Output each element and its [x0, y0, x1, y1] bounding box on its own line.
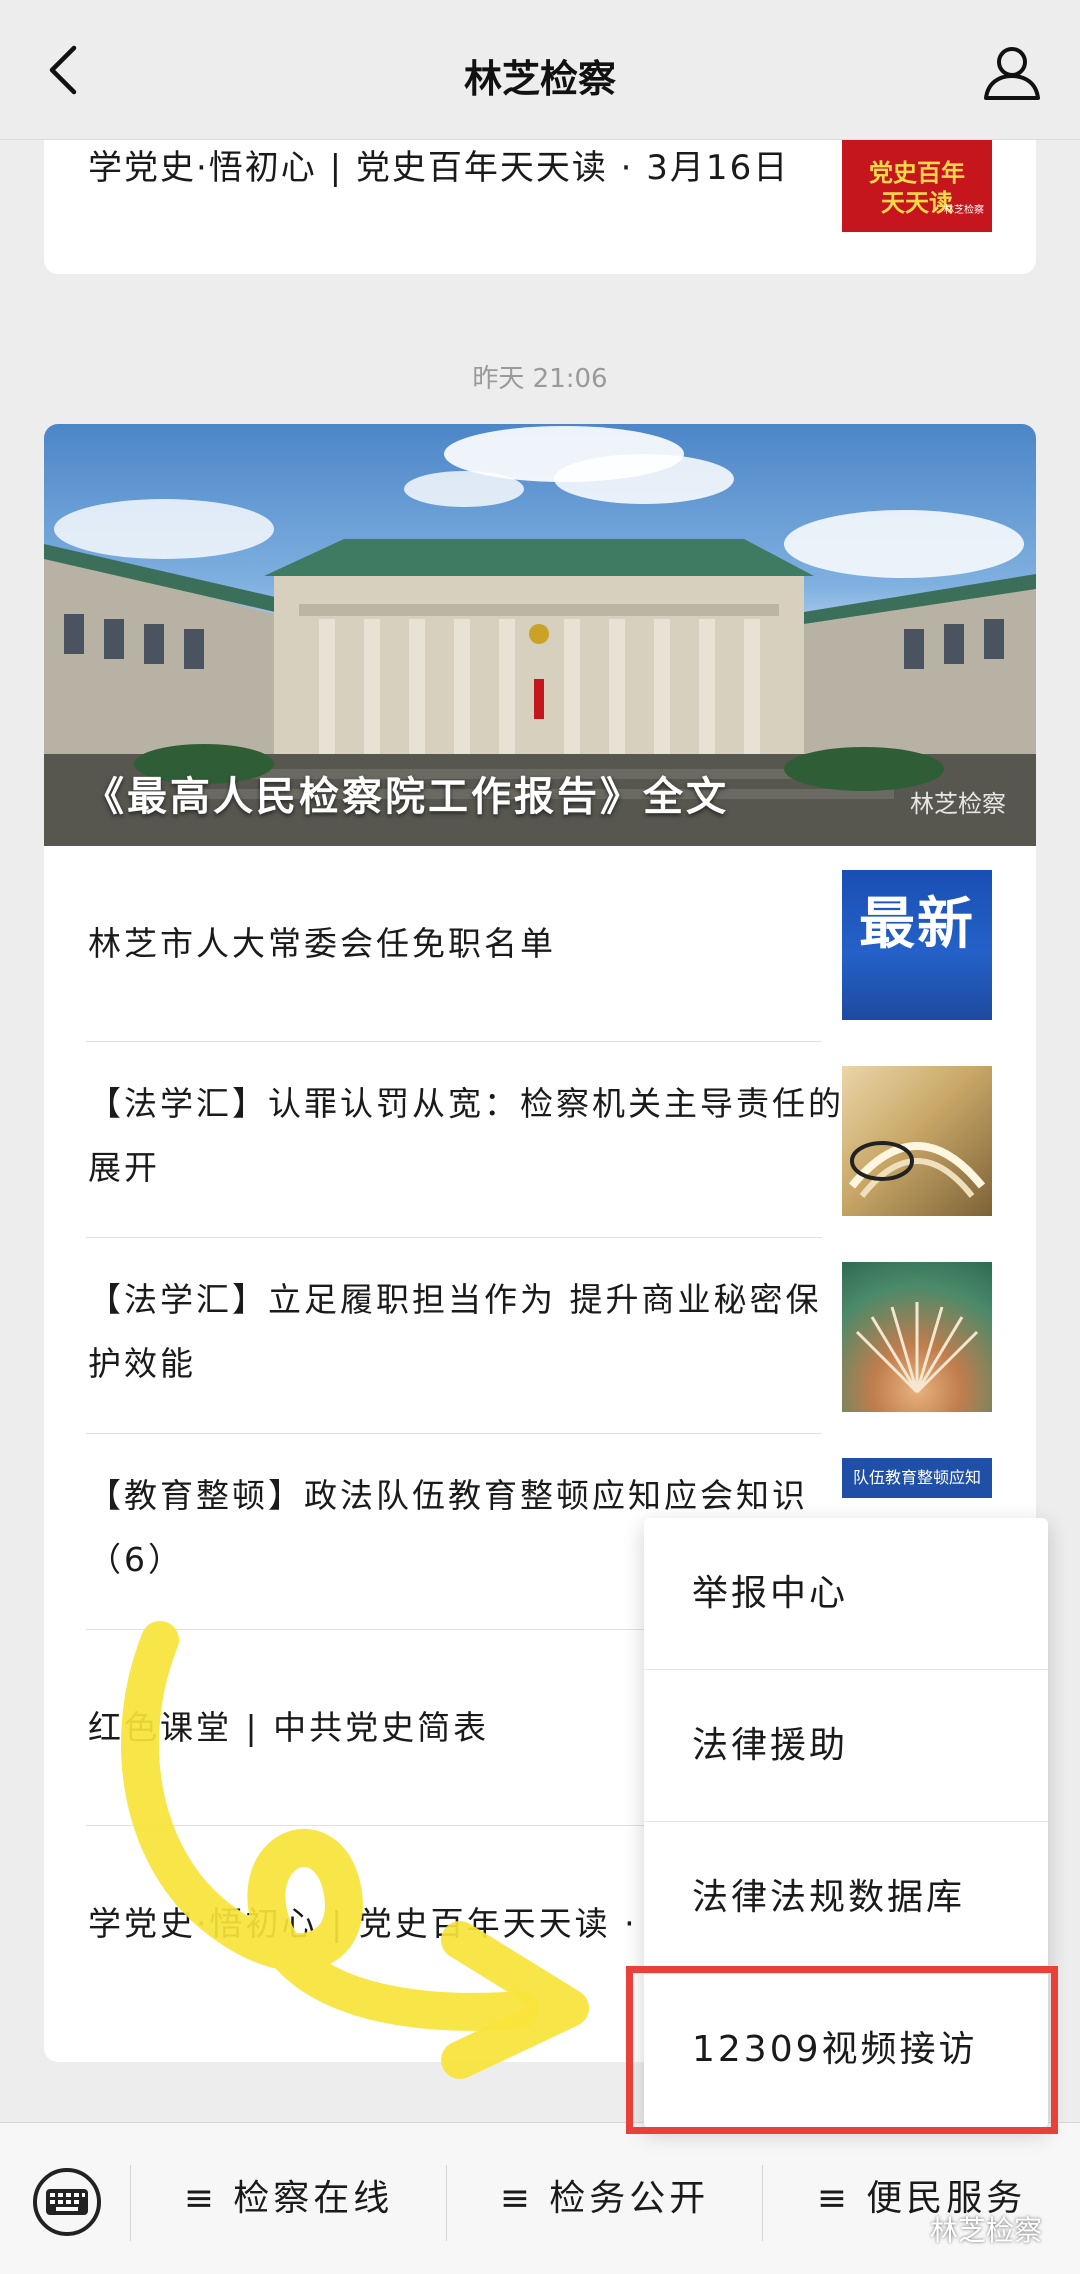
thumbnail-label: 林芝检察 [944, 205, 984, 216]
book-icon [842, 1066, 992, 1216]
hero-caption: 《最高人民检察院工作报告》全文 [84, 774, 729, 820]
tab-procuratorate-online[interactable]: ≡ 检察在线 [131, 2123, 446, 2274]
article-title: 学党史·悟初心 | 党史百年天天读 · 3月16日 [88, 148, 790, 188]
top-nav-bar: 林芝检察 [0, 0, 1080, 140]
popup-menu: 举报中心 法律援助 法律法规数据库 12309视频接访 [644, 1518, 1048, 2128]
message-timestamp: 昨天 21:06 [472, 364, 608, 394]
bottom-menu-bar: ≡ 检察在线 ≡ 检务公开 ≡ 便民服务 林芝检察 [0, 2122, 1080, 2274]
menu-item-law-database[interactable]: 法律法规数据库 [644, 1822, 1048, 1974]
thumbnail-text: 队伍教育整顿应知 [852, 1468, 981, 1487]
list-item[interactable]: 【法学汇】立足履职担当作为 提升商业秘密保护效能 [44, 1238, 1036, 1434]
article-thumbnail: 党史百年 天天读 林芝检察 [842, 140, 992, 232]
tab-public-service[interactable]: ≡ 便民服务 [763, 2123, 1080, 2274]
watermark: 林芝检察 [929, 2214, 1042, 2247]
keyboard-icon[interactable] [32, 2167, 102, 2237]
profile-icon[interactable] [980, 40, 1044, 104]
article-thumbnail: 最新 [842, 870, 992, 1020]
menu-item-legal-aid[interactable]: 法律援助 [644, 1670, 1048, 1822]
thumbnail-text: 最新 [859, 892, 975, 957]
list-item[interactable]: 【法学汇】认罪认罚从宽：检察机关主导责任的展开 [44, 1042, 1036, 1238]
book-icon [842, 1262, 992, 1412]
page-title: 林芝检察 [463, 57, 616, 101]
menu-item-video-visit[interactable]: 12309视频接访 [644, 1974, 1048, 2126]
article-title: 【法学汇】认罪认罚从宽：检察机关主导责任的展开 [88, 1084, 844, 1187]
hero-watermark: 林芝检察 [910, 790, 1006, 818]
menu-item-report-center[interactable]: 举报中心 [644, 1518, 1048, 1670]
hero-article[interactable]: 《最高人民检察院工作报告》全文 林芝检察 [44, 424, 1036, 846]
list-item[interactable]: 林芝市人大常委会任免职名单 最新 [44, 846, 1036, 1042]
article-title: 林芝市人大常委会任免职名单 [88, 924, 556, 963]
article-title: 【法学汇】立足履职担当作为 提升商业秘密保护效能 [88, 1280, 822, 1383]
article-thumbnail: 队伍教育整顿应知 [842, 1458, 992, 1498]
tab-affairs-public[interactable]: ≡ 检务公开 [447, 2123, 762, 2274]
